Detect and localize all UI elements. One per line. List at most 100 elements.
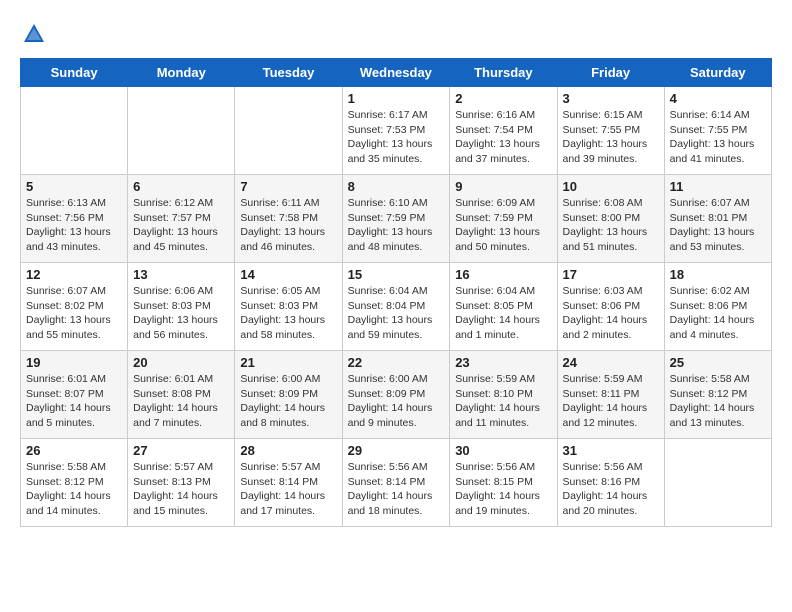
- calendar-cell: [664, 439, 771, 527]
- day-number: 24: [563, 355, 659, 370]
- calendar-cell: [128, 87, 235, 175]
- calendar-cell: 29 Sunrise: 5:56 AM Sunset: 8:14 PM Dayli…: [342, 439, 450, 527]
- day-number: 7: [240, 179, 336, 194]
- day-number: 23: [455, 355, 551, 370]
- day-number: 16: [455, 267, 551, 282]
- calendar-table: SundayMondayTuesdayWednesdayThursdayFrid…: [20, 58, 772, 527]
- day-info: Sunrise: 6:14 AM Sunset: 7:55 PM Dayligh…: [670, 108, 766, 167]
- day-number: 31: [563, 443, 659, 458]
- calendar-cell: 2Sunrise: 6:16 AM Sunset: 7:54 PM Daylig…: [450, 87, 557, 175]
- calendar-cell: 13Sunrise: 6:06 AM Sunset: 8:03 PM Dayli…: [128, 263, 235, 351]
- day-number: 26: [26, 443, 122, 458]
- calendar-cell: 18 Sunrise: 6:02 AM Sunset: 8:06 PM Dayli…: [664, 263, 771, 351]
- calendar-cell: 25 Sunrise: 5:58 AM Sunset: 8:12 PM Dayli…: [664, 351, 771, 439]
- day-number: 3: [563, 91, 659, 106]
- calendar-cell: 22 Sunrise: 6:00 AM Sunset: 8:09 PM Dayli…: [342, 351, 450, 439]
- logo-icon: [20, 20, 48, 48]
- day-info: Sunrise: 5:56 AM Sunset: 8:15 PM Dayligh…: [455, 460, 551, 519]
- weekday-header-thursday: Thursday: [450, 59, 557, 87]
- calendar-cell: 21 Sunrise: 6:00 AM Sunset: 8:09 PM Dayli…: [235, 351, 342, 439]
- day-info: Sunrise: 6:09 AM Sunset: 7:59 PM Dayligh…: [455, 196, 551, 255]
- calendar-cell: 6 Sunrise: 6:12 AM Sunset: 7:57 PM Daylig…: [128, 175, 235, 263]
- day-number: 10: [563, 179, 659, 194]
- day-info: Sunrise: 5:59 AM Sunset: 8:10 PM Dayligh…: [455, 372, 551, 431]
- day-info: Sunrise: 5:57 AM Sunset: 8:14 PM Dayligh…: [240, 460, 336, 519]
- day-info: Sunrise: 6:07 AM Sunset: 8:01 PM Dayligh…: [670, 196, 766, 255]
- day-number: 21: [240, 355, 336, 370]
- day-info: Sunrise: 5:58 AM Sunset: 8:12 PM Dayligh…: [670, 372, 766, 431]
- day-info: Sunrise: 6:15 AM Sunset: 7:55 PM Dayligh…: [563, 108, 659, 167]
- day-number: 9: [455, 179, 551, 194]
- day-info: Sunrise: 5:56 AM Sunset: 8:14 PM Dayligh…: [348, 460, 445, 519]
- weekday-header-friday: Friday: [557, 59, 664, 87]
- calendar-cell: 11 Sunrise: 6:07 AM Sunset: 8:01 PM Dayli…: [664, 175, 771, 263]
- day-number: 17: [563, 267, 659, 282]
- day-info: Sunrise: 6:11 AM Sunset: 7:58 PM Dayligh…: [240, 196, 336, 255]
- calendar-cell: 1 Sunrise: 6:17 AM Sunset: 7:53 PM Daylig…: [342, 87, 450, 175]
- day-number: 28: [240, 443, 336, 458]
- day-number: 11: [670, 179, 766, 194]
- day-info: Sunrise: 5:57 AM Sunset: 8:13 PM Dayligh…: [133, 460, 229, 519]
- day-info: Sunrise: 6:13 AM Sunset: 7:56 PM Dayligh…: [26, 196, 122, 255]
- day-number: 4: [670, 91, 766, 106]
- day-info: Sunrise: 6:04 AM Sunset: 8:05 PM Dayligh…: [455, 284, 551, 343]
- calendar-cell: 20Sunrise: 6:01 AM Sunset: 8:08 PM Dayli…: [128, 351, 235, 439]
- calendar-cell: 10 Sunrise: 6:08 AM Sunset: 8:00 PM Dayli…: [557, 175, 664, 263]
- page-header: [20, 20, 772, 48]
- calendar-cell: 24Sunrise: 5:59 AM Sunset: 8:11 PM Dayli…: [557, 351, 664, 439]
- calendar-cell: 17Sunrise: 6:03 AM Sunset: 8:06 PM Dayli…: [557, 263, 664, 351]
- calendar-week-1: 1 Sunrise: 6:17 AM Sunset: 7:53 PM Daylig…: [21, 87, 772, 175]
- calendar-cell: 30 Sunrise: 5:56 AM Sunset: 8:15 PM Dayli…: [450, 439, 557, 527]
- calendar-cell: 19Sunrise: 6:01 AM Sunset: 8:07 PM Dayli…: [21, 351, 128, 439]
- day-number: 14: [240, 267, 336, 282]
- calendar-cell: 7 Sunrise: 6:11 AM Sunset: 7:58 PM Daylig…: [235, 175, 342, 263]
- calendar-cell: 14 Sunrise: 6:05 AM Sunset: 8:03 PM Dayli…: [235, 263, 342, 351]
- day-number: 29: [348, 443, 445, 458]
- day-info: Sunrise: 6:12 AM Sunset: 7:57 PM Dayligh…: [133, 196, 229, 255]
- calendar-cell: 27 Sunrise: 5:57 AM Sunset: 8:13 PM Dayli…: [128, 439, 235, 527]
- calendar-header: SundayMondayTuesdayWednesdayThursdayFrid…: [21, 59, 772, 87]
- day-number: 12: [26, 267, 122, 282]
- weekday-header-saturday: Saturday: [664, 59, 771, 87]
- calendar-cell: [21, 87, 128, 175]
- weekday-header-tuesday: Tuesday: [235, 59, 342, 87]
- day-info: Sunrise: 6:16 AM Sunset: 7:54 PM Dayligh…: [455, 108, 551, 167]
- calendar-cell: 12 Sunrise: 6:07 AM Sunset: 8:02 PM Dayli…: [21, 263, 128, 351]
- day-number: 15: [348, 267, 445, 282]
- calendar-cell: 9 Sunrise: 6:09 AM Sunset: 7:59 PM Daylig…: [450, 175, 557, 263]
- day-info: Sunrise: 6:00 AM Sunset: 8:09 PM Dayligh…: [348, 372, 445, 431]
- calendar-cell: 8Sunrise: 6:10 AM Sunset: 7:59 PM Daylig…: [342, 175, 450, 263]
- day-info: Sunrise: 6:00 AM Sunset: 8:09 PM Dayligh…: [240, 372, 336, 431]
- day-number: 25: [670, 355, 766, 370]
- day-info: Sunrise: 6:05 AM Sunset: 8:03 PM Dayligh…: [240, 284, 336, 343]
- day-info: Sunrise: 6:17 AM Sunset: 7:53 PM Dayligh…: [348, 108, 445, 167]
- calendar-cell: 26Sunrise: 5:58 AM Sunset: 8:12 PM Dayli…: [21, 439, 128, 527]
- day-number: 19: [26, 355, 122, 370]
- calendar-cell: 16 Sunrise: 6:04 AM Sunset: 8:05 PM Dayli…: [450, 263, 557, 351]
- calendar-cell: 5 Sunrise: 6:13 AM Sunset: 7:56 PM Daylig…: [21, 175, 128, 263]
- day-number: 30: [455, 443, 551, 458]
- calendar-cell: 31 Sunrise: 5:56 AM Sunset: 8:16 PM Dayli…: [557, 439, 664, 527]
- weekday-header-wednesday: Wednesday: [342, 59, 450, 87]
- day-info: Sunrise: 5:56 AM Sunset: 8:16 PM Dayligh…: [563, 460, 659, 519]
- calendar-week-3: 12 Sunrise: 6:07 AM Sunset: 8:02 PM Dayli…: [21, 263, 772, 351]
- weekday-header-sunday: Sunday: [21, 59, 128, 87]
- day-number: 6: [133, 179, 229, 194]
- day-info: Sunrise: 6:02 AM Sunset: 8:06 PM Dayligh…: [670, 284, 766, 343]
- calendar-cell: 23 Sunrise: 5:59 AM Sunset: 8:10 PM Dayli…: [450, 351, 557, 439]
- calendar-cell: 3 Sunrise: 6:15 AM Sunset: 7:55 PM Daylig…: [557, 87, 664, 175]
- calendar-cell: 4 Sunrise: 6:14 AM Sunset: 7:55 PM Daylig…: [664, 87, 771, 175]
- calendar-week-2: 5 Sunrise: 6:13 AM Sunset: 7:56 PM Daylig…: [21, 175, 772, 263]
- day-number: 18: [670, 267, 766, 282]
- day-number: 13: [133, 267, 229, 282]
- day-info: Sunrise: 6:08 AM Sunset: 8:00 PM Dayligh…: [563, 196, 659, 255]
- logo: [20, 20, 52, 48]
- day-number: 27: [133, 443, 229, 458]
- day-number: 5: [26, 179, 122, 194]
- day-number: 1: [348, 91, 445, 106]
- calendar-cell: [235, 87, 342, 175]
- weekday-header-monday: Monday: [128, 59, 235, 87]
- day-info: Sunrise: 6:04 AM Sunset: 8:04 PM Dayligh…: [348, 284, 445, 343]
- day-info: Sunrise: 6:07 AM Sunset: 8:02 PM Dayligh…: [26, 284, 122, 343]
- day-number: 22: [348, 355, 445, 370]
